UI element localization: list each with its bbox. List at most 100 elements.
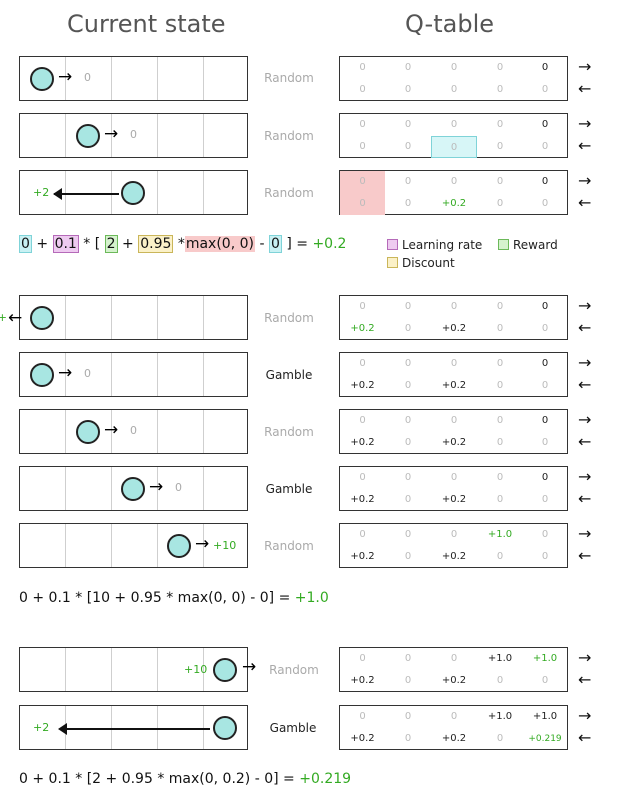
old-q-term: 0 <box>19 235 32 253</box>
q-cell: 0 <box>450 529 458 540</box>
q-table: 0 0 0 0 0 0 0 0 0 0 <box>339 56 568 101</box>
arrow-right-icon: → <box>578 57 592 76</box>
q-cell: 0 <box>541 141 549 152</box>
q-cell: +0.2 <box>350 494 375 505</box>
q-cell: 0 <box>450 653 458 664</box>
agent-circle <box>167 534 191 558</box>
q-cell: 0 <box>359 62 366 73</box>
q-cell: 0 <box>404 733 412 744</box>
q-cell: 0 <box>541 176 549 187</box>
reward-term: 2 <box>104 235 118 253</box>
q-cell: 0 <box>496 437 504 448</box>
q-cell: 0 <box>450 176 458 187</box>
agent-circle <box>121 477 145 501</box>
q-cell: +0.2 <box>441 323 467 334</box>
arrow-left-icon: ← <box>578 670 592 689</box>
swatch-icon <box>387 257 398 268</box>
arrow-right-icon: → <box>195 534 210 554</box>
q-cell: +0.2 <box>441 437 467 448</box>
arrow-left-icon: ← <box>578 546 592 565</box>
discount-term: 0.95 <box>138 235 174 253</box>
q-cell: 0 <box>404 415 412 426</box>
q-cell: 0 <box>404 323 412 334</box>
reward-label: 0 <box>84 71 91 84</box>
arrow-right-icon: → <box>149 477 164 497</box>
q-cell: 0 <box>541 472 549 483</box>
q-update-formula: 0 + 0.1 * [ 2 + 0.95 *max(0, 0) - 0 ] = … <box>19 235 347 253</box>
arrow-left-icon <box>58 723 67 735</box>
q-cell: 0 <box>404 529 412 540</box>
q-cell: 0 <box>404 62 412 73</box>
state-strip: → 0 <box>19 56 248 101</box>
action-label: Random <box>264 71 314 85</box>
q-cell: 0 <box>359 653 366 664</box>
q-cell: 0 <box>404 380 412 391</box>
q-cell: 0 <box>359 472 366 483</box>
q-cell: +1.0 <box>487 653 513 664</box>
q-cell: +1.0 <box>532 653 558 664</box>
arrow-right-icon: → <box>578 353 592 372</box>
q-table: 0 0 0 0 0 +0.2 0 +0.2 0 0 <box>339 352 568 397</box>
q-cell: 0 <box>450 301 458 312</box>
agent-circle <box>213 716 237 740</box>
reward-label: 0 <box>130 424 137 437</box>
arrow-left-icon: ← <box>578 318 592 337</box>
arrow-right-icon: → <box>58 67 73 87</box>
q-cell: 0 <box>541 198 549 209</box>
q-cell: 0 <box>496 472 504 483</box>
q-cell: 0 <box>541 551 549 562</box>
q-cell: 0 <box>541 84 549 95</box>
q-table: 0 0 0 0 0 +0.2 0 +0.2 0 0 <box>339 466 568 511</box>
arrow-right-icon: → <box>578 114 592 133</box>
q-table: 0 0 0 +1.0 +1.0 +0.2 0 +0.2 0 0 <box>339 647 568 692</box>
action-label: Gamble <box>265 482 313 496</box>
legend-learning-rate: Learning rate <box>387 238 482 252</box>
arrow-left-icon: ← <box>578 432 592 451</box>
swatch-icon <box>387 239 398 250</box>
legend-discount: Discount <box>387 256 455 270</box>
action-label: Random <box>264 129 314 143</box>
q-cell: 0 <box>450 119 458 130</box>
q-cell: 0 <box>496 141 504 152</box>
q-cell: 0 <box>404 437 412 448</box>
formula-result: +1.0 <box>294 590 329 606</box>
q-cell: +0.2 <box>350 551 375 562</box>
q-cell: 0 <box>359 415 366 426</box>
arrow-right-icon: → <box>104 420 119 440</box>
q-cell: 0 <box>496 198 504 209</box>
q-cell: 0 <box>496 415 504 426</box>
q-cell: 0 <box>496 494 504 505</box>
q-cell: +0.2 <box>350 437 375 448</box>
action-label: Random <box>264 539 314 553</box>
old-q-term: 0 <box>268 235 282 253</box>
q-cell: 0 <box>359 711 366 722</box>
formula-result: +0.219 <box>299 771 352 787</box>
q-cell: 0 <box>541 62 549 73</box>
q-cell: 0 <box>404 141 412 152</box>
q-cell: +0.2 <box>350 323 375 334</box>
current-state-header: Current state <box>67 10 226 38</box>
reward-label: +2 <box>33 721 50 734</box>
long-arrow-line <box>60 728 210 730</box>
state-strip: → 0 <box>19 466 248 511</box>
state-strip: +2 ← <box>0 295 248 340</box>
action-label: Gamble <box>265 368 313 382</box>
q-cell: 0 <box>496 323 504 334</box>
q-cell: 0 <box>450 711 458 722</box>
agent-circle <box>76 124 100 148</box>
state-strip: +10 <box>19 647 248 692</box>
q-cell-highlighted: 0 <box>340 171 385 193</box>
q-update-formula: 0 + 0.1 * [2 + 0.95 * max(0, 0.2) - 0] =… <box>19 771 352 787</box>
q-table: 0 0 0 +1.0 0 +0.2 0 +0.2 0 0 <box>339 523 568 568</box>
q-cell: 0 <box>359 141 366 152</box>
q-cell: 0 <box>404 198 412 209</box>
arrow-left-icon: ← <box>578 79 592 98</box>
q-table-header: Q-table <box>405 10 495 38</box>
q-cell: 0 <box>541 415 549 426</box>
q-cell: +0.2 <box>350 380 375 391</box>
agent-circle <box>30 306 54 330</box>
arrow-right-icon: → <box>104 124 119 144</box>
arrow-left-icon <box>53 188 62 200</box>
q-cell: 0 <box>496 380 504 391</box>
swatch-icon <box>498 239 509 250</box>
